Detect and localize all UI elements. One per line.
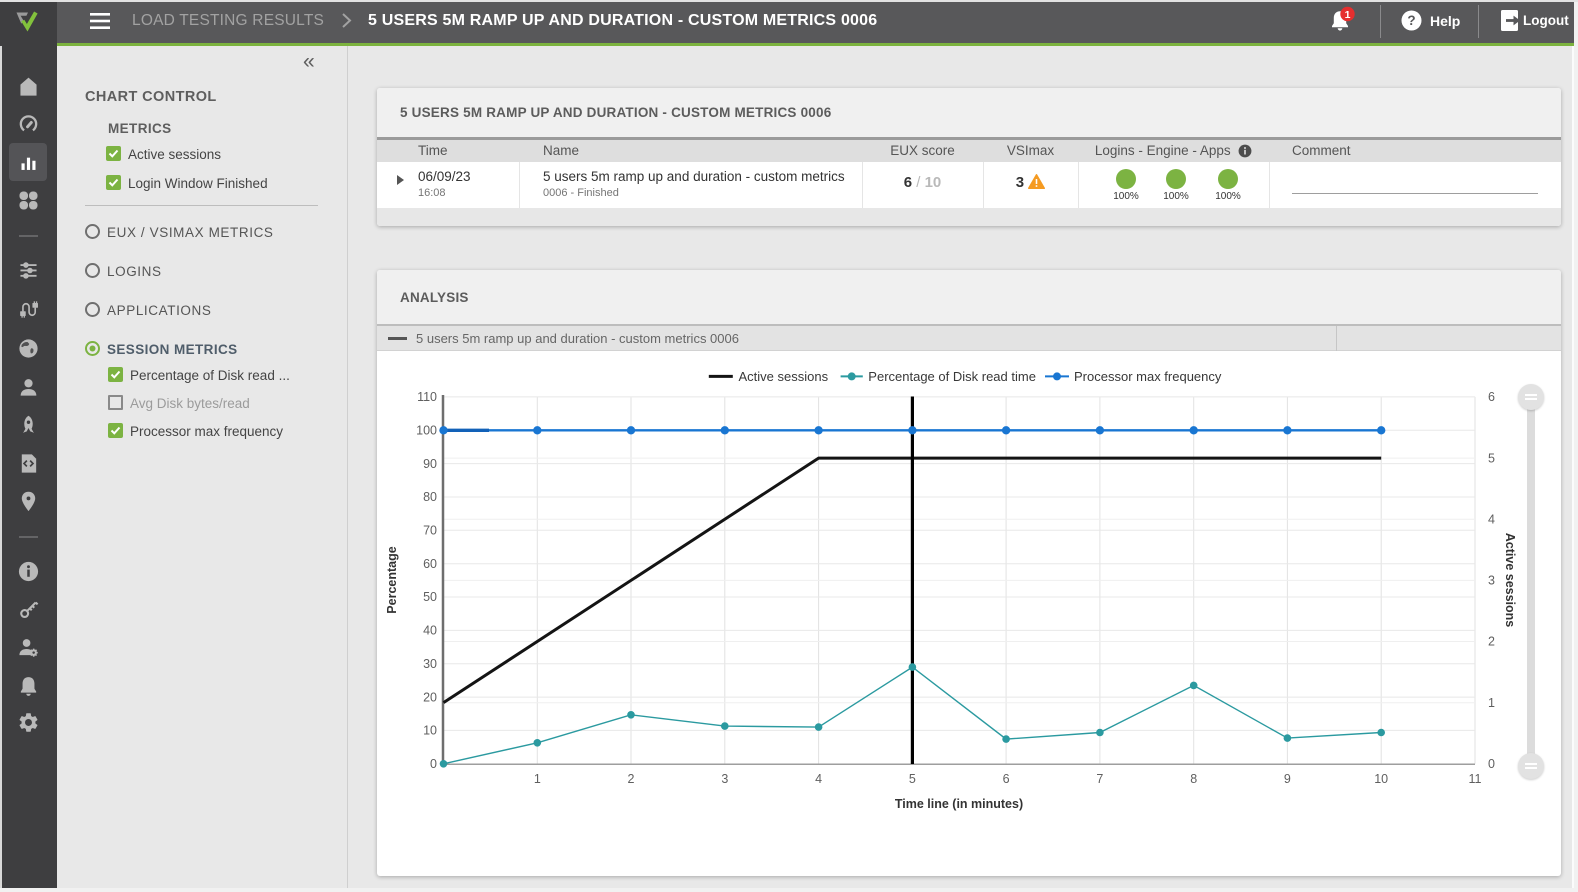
svg-text:1: 1 [1345, 9, 1351, 21]
svg-text:60: 60 [423, 557, 437, 571]
svg-text:90: 90 [423, 457, 437, 471]
svg-text:?: ? [1407, 13, 1415, 28]
svg-text:10: 10 [1374, 772, 1388, 786]
svg-text:0: 0 [1488, 757, 1495, 771]
svg-text:4: 4 [815, 772, 822, 786]
svg-text:1: 1 [1488, 696, 1495, 710]
svg-text:9: 9 [1284, 772, 1291, 786]
svg-text:2: 2 [628, 772, 635, 786]
svg-text:Active sessions: Active sessions [1503, 533, 1517, 628]
svg-text:6: 6 [1488, 390, 1495, 404]
svg-text:30: 30 [423, 657, 437, 671]
svg-text:10: 10 [423, 724, 437, 738]
svg-text:3: 3 [1488, 574, 1495, 588]
svg-text:5: 5 [909, 772, 916, 786]
svg-text:100: 100 [416, 424, 437, 438]
svg-text:8: 8 [1190, 772, 1197, 786]
svg-text:Processor max frequency: Processor max frequency [1074, 369, 1222, 384]
svg-text:11: 11 [1469, 772, 1482, 786]
svg-text:110: 110 [417, 390, 437, 404]
svg-text:50: 50 [423, 590, 437, 604]
svg-text:20: 20 [423, 690, 437, 704]
svg-text:Percentage: Percentage [385, 546, 399, 613]
svg-text:3: 3 [721, 772, 728, 786]
svg-text:2: 2 [1488, 635, 1495, 649]
svg-text:70: 70 [423, 524, 437, 538]
svg-text:40: 40 [423, 624, 437, 638]
svg-text:5: 5 [1488, 451, 1495, 465]
svg-text:80: 80 [423, 490, 437, 504]
svg-text:6: 6 [1003, 772, 1010, 786]
svg-text:Percentage of Disk read time: Percentage of Disk read time [868, 369, 1036, 384]
svg-text:0: 0 [430, 757, 437, 771]
svg-text:4: 4 [1488, 513, 1495, 527]
svg-text:7: 7 [1096, 772, 1103, 786]
svg-text:Time line (in minutes): Time line (in minutes) [895, 797, 1023, 811]
svg-text:1: 1 [534, 772, 541, 786]
svg-text:Active sessions: Active sessions [739, 369, 829, 384]
